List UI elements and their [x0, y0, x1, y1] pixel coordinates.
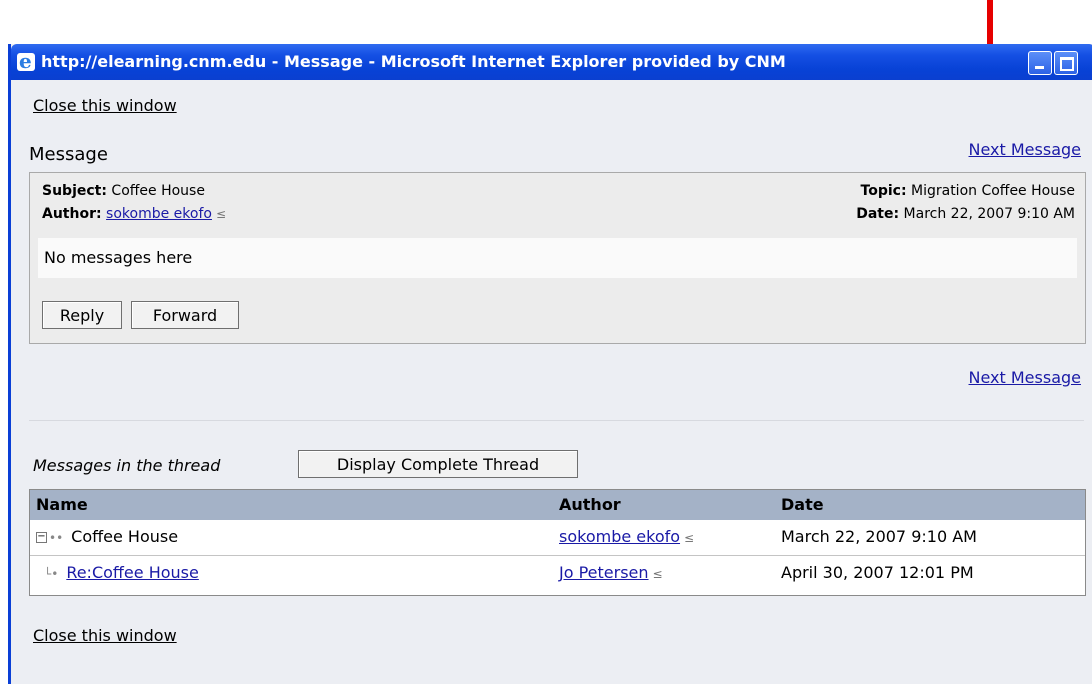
column-header-date: Date	[781, 495, 824, 514]
date-value: March 22, 2007 9:10 AM	[903, 206, 1075, 222]
thread-table: Name Author Date − •• Coffee House sokombe…	[29, 489, 1086, 596]
next-message-link-top[interactable]: Next Message	[969, 140, 1081, 159]
collapse-icon[interactable]: −	[36, 532, 47, 543]
column-header-author: Author	[559, 495, 621, 514]
thread-item-name: └• Re:Coffee House	[36, 563, 199, 582]
date-line: Date: March 22, 2007 9:10 AM	[856, 206, 1075, 222]
reply-button[interactable]: Reply	[42, 301, 122, 329]
page-content: Close this window Message Next Message S…	[11, 80, 1092, 684]
display-complete-thread-button[interactable]: Display Complete Thread	[298, 450, 578, 478]
table-row: − •• Coffee House sokombe ekofo ≤ March 22,…	[30, 520, 1085, 556]
thread-item-author: Jo Petersen ≤	[559, 563, 663, 582]
column-header-name: Name	[36, 495, 88, 514]
message-heading: Message	[29, 144, 108, 165]
thread-item-author: sokombe ekofo ≤	[559, 527, 694, 546]
thread-item-link[interactable]: Re:Coffee House	[66, 563, 199, 582]
forward-button[interactable]: Forward	[131, 301, 239, 329]
next-message-link-bottom[interactable]: Next Message	[969, 368, 1081, 387]
subject-label: Subject:	[42, 183, 107, 199]
subject-line: Subject: Coffee House	[42, 183, 205, 199]
author-label: Author:	[42, 206, 102, 222]
user-info-icon[interactable]: ≤	[684, 531, 694, 545]
thread-item-date: April 30, 2007 12:01 PM	[781, 563, 974, 582]
subject-value: Coffee House	[111, 183, 205, 199]
table-header: Name Author Date	[30, 490, 1085, 520]
author-link[interactable]: sokombe ekofo	[559, 527, 680, 546]
user-info-icon[interactable]: ≤	[653, 567, 663, 581]
author-line: Author: sokombe ekofo ≤	[42, 206, 226, 222]
thread-item-date: March 22, 2007 9:10 AM	[781, 527, 977, 546]
thread-item-name: − •• Coffee House	[36, 527, 178, 546]
ie-icon	[17, 49, 35, 73]
close-window-link-top[interactable]: Close this window	[33, 96, 177, 115]
topic-value: Migration Coffee House	[911, 183, 1075, 199]
tree-connector-icon: ••	[49, 531, 64, 545]
message-panel: Subject: Coffee House Author: sokombe ek…	[29, 172, 1086, 344]
title-bar[interactable]: http://elearning.cnm.edu - Message - Mic…	[11, 44, 1092, 80]
author-link[interactable]: sokombe ekofo	[106, 206, 212, 222]
divider	[29, 420, 1084, 421]
table-row: └• Re:Coffee House Jo Petersen ≤ April 30,…	[30, 556, 1085, 591]
thread-label: Messages in the thread	[33, 456, 221, 475]
ie-window: http://elearning.cnm.edu - Message - Mic…	[8, 44, 1092, 684]
message-body: No messages here	[38, 238, 1077, 278]
maximize-button[interactable]	[1054, 51, 1078, 75]
tree-connector-icon: └•	[44, 567, 59, 581]
minimize-button[interactable]	[1028, 51, 1052, 75]
thread-item-title: Coffee House	[71, 527, 179, 546]
topic-label: Topic:	[860, 183, 907, 199]
author-link[interactable]: Jo Petersen	[559, 563, 649, 582]
date-label: Date:	[856, 206, 900, 222]
close-window-link-bottom[interactable]: Close this window	[33, 626, 177, 645]
window-title: http://elearning.cnm.edu - Message - Mic…	[41, 52, 786, 71]
topic-line: Topic: Migration Coffee House	[861, 183, 1075, 199]
user-info-icon[interactable]: ≤	[216, 207, 226, 221]
